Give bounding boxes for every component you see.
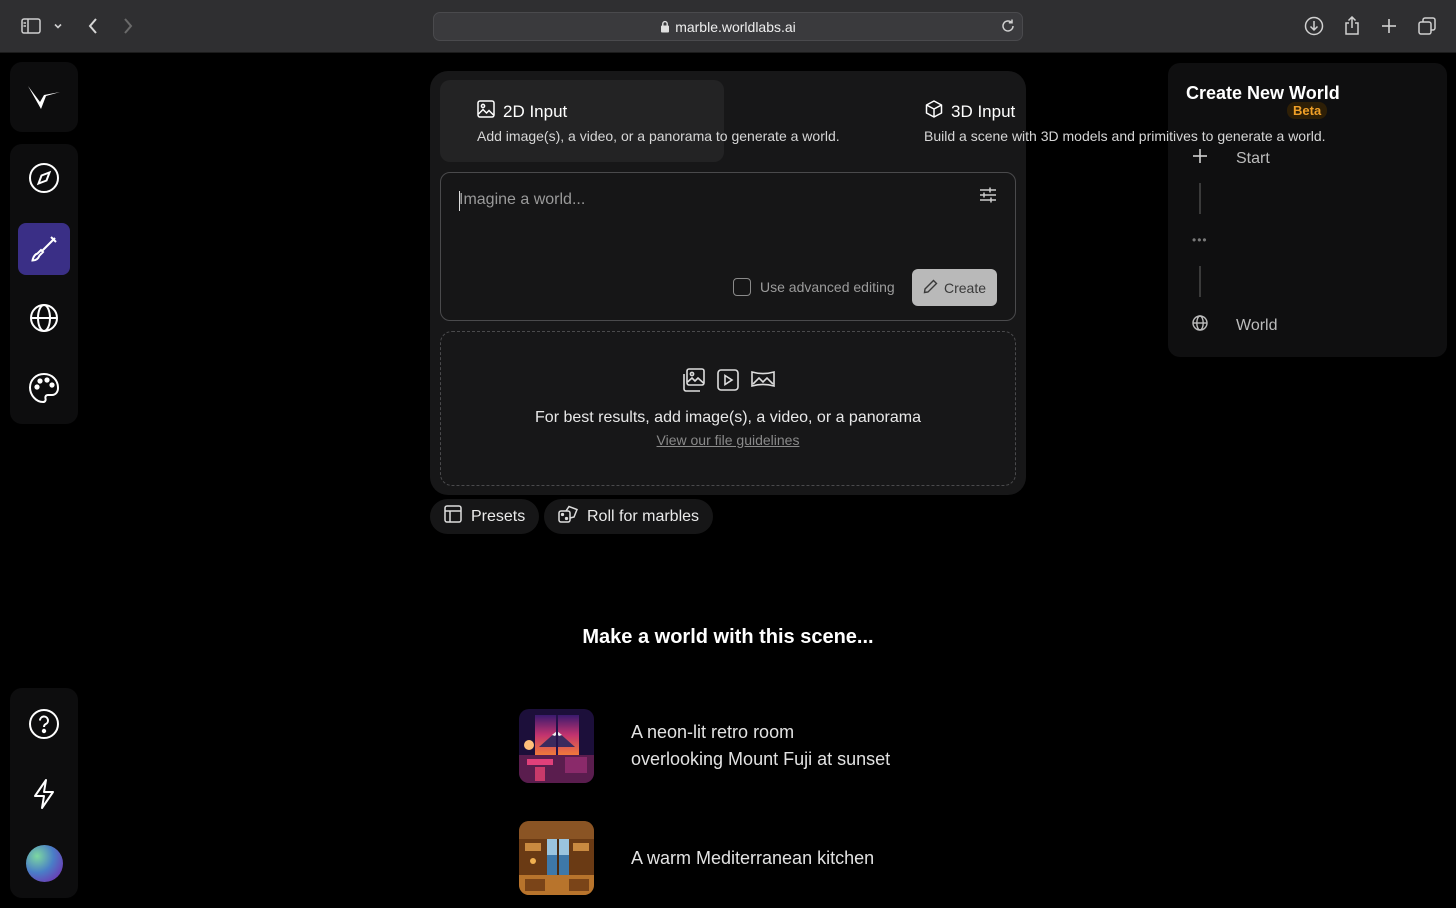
lock-icon — [660, 20, 670, 33]
tab-overview-icon[interactable] — [1416, 15, 1438, 37]
avatar[interactable] — [26, 845, 63, 882]
step-world-label: World — [1236, 316, 1278, 334]
url-text: marble.worldlabs.ai — [675, 18, 796, 35]
step-start-label: Start — [1236, 149, 1270, 167]
forward-icon[interactable] — [117, 15, 139, 37]
download-icon[interactable] — [1303, 15, 1325, 37]
dropzone-message: For best results, add image(s), a video,… — [535, 409, 921, 426]
neon-room-line1: A neon-lit retro room — [631, 722, 795, 742]
advanced-editing-label: Use advanced editing — [760, 279, 895, 295]
brush-icon[interactable] — [18, 223, 70, 275]
sidebar-bottom — [10, 688, 78, 898]
file-dropzone[interactable]: For best results, add image(s), a video,… — [440, 331, 1016, 486]
chevron-down-icon[interactable] — [49, 15, 67, 37]
video-icon — [716, 368, 740, 397]
globe-icon[interactable] — [18, 292, 70, 344]
browser-toolbar: marble.worldlabs.ai — [0, 0, 1456, 53]
step-start: Start — [1186, 148, 1270, 169]
pencil-icon — [923, 279, 938, 297]
image-icon — [477, 100, 495, 123]
step-world: World — [1186, 315, 1278, 336]
tab-3d-description: Build a scene with 3D models and primiti… — [924, 128, 1326, 144]
prompt-input[interactable]: Imagine a world... — [459, 191, 585, 209]
kitchen-line1: A warm Mediterranean kitchen — [631, 847, 875, 868]
advanced-editing-checkbox[interactable] — [733, 278, 751, 296]
globe-icon — [1186, 315, 1214, 336]
kitchen-thumbnail — [519, 821, 594, 895]
step-connector — [1199, 183, 1201, 214]
prompt-box[interactable]: Imagine a world... Use advanced editing … — [440, 172, 1016, 321]
beta-badge: Beta — [1287, 102, 1328, 119]
media-icons — [441, 368, 1015, 397]
lightning-icon[interactable] — [18, 768, 70, 820]
scenes-heading: Make a world with this scene... — [582, 626, 874, 648]
file-guidelines-link[interactable]: View our file guidelines — [441, 432, 1015, 448]
tab-2d-description: Add image(s), a video, or a panorama to … — [477, 128, 840, 144]
neon-room-thumbnail — [519, 709, 594, 783]
step-ellipsis: ••• — [1192, 233, 1208, 247]
dice-icon — [558, 505, 578, 528]
back-icon[interactable] — [82, 15, 104, 37]
roll-marbles-label: Roll for marbles — [587, 507, 700, 525]
panorama-icon — [750, 368, 776, 397]
palette-icon[interactable] — [18, 362, 70, 414]
layout-icon — [444, 505, 462, 528]
create-label: Create — [943, 279, 987, 296]
sidebar-logo-group — [10, 62, 78, 132]
settings-sliders-icon[interactable] — [979, 187, 997, 208]
help-icon[interactable] — [18, 698, 70, 750]
create-new-world-panel: Create New World Beta Start ••• World — [1168, 63, 1447, 357]
presets-button[interactable]: Presets — [430, 499, 540, 534]
step-connector — [1199, 266, 1201, 297]
roll-marbles-button[interactable]: Roll for marbles — [544, 499, 714, 534]
advanced-editing-toggle[interactable]: Use advanced editing — [733, 278, 895, 296]
scene-suggestion-neon-room[interactable]: A neon-lit retro room overlooking Mount … — [519, 709, 890, 783]
images-icon — [681, 368, 706, 397]
tab-2d-title: 2D Input — [477, 100, 567, 123]
scene-suggestion-kitchen[interactable]: A warm Mediterranean kitchen — [519, 821, 874, 895]
reload-icon[interactable] — [1000, 18, 1016, 37]
kitchen-text: A warm Mediterranean kitchen — [631, 845, 874, 872]
panel-title: Create New World — [1186, 83, 1340, 103]
plus-icon — [1186, 148, 1214, 169]
address-bar[interactable]: marble.worldlabs.ai — [433, 12, 1023, 41]
presets-label: Presets — [471, 507, 526, 525]
tab-3d-input[interactable]: 3D Input — [925, 100, 1015, 123]
compass-icon[interactable] — [18, 152, 70, 204]
text-caret — [459, 191, 460, 211]
neon-room-text: A neon-lit retro room overlooking Mount … — [631, 719, 890, 773]
sidebar-toggle-icon[interactable] — [20, 15, 42, 37]
cube-icon — [925, 100, 943, 123]
neon-room-line2: overlooking Mount Fuji at sunset — [631, 749, 891, 769]
new-tab-icon[interactable] — [1378, 15, 1400, 37]
sidebar-nav — [10, 144, 78, 424]
logo-icon[interactable] — [18, 71, 70, 123]
create-button[interactable]: Create — [912, 269, 997, 306]
share-icon[interactable] — [1341, 15, 1363, 37]
